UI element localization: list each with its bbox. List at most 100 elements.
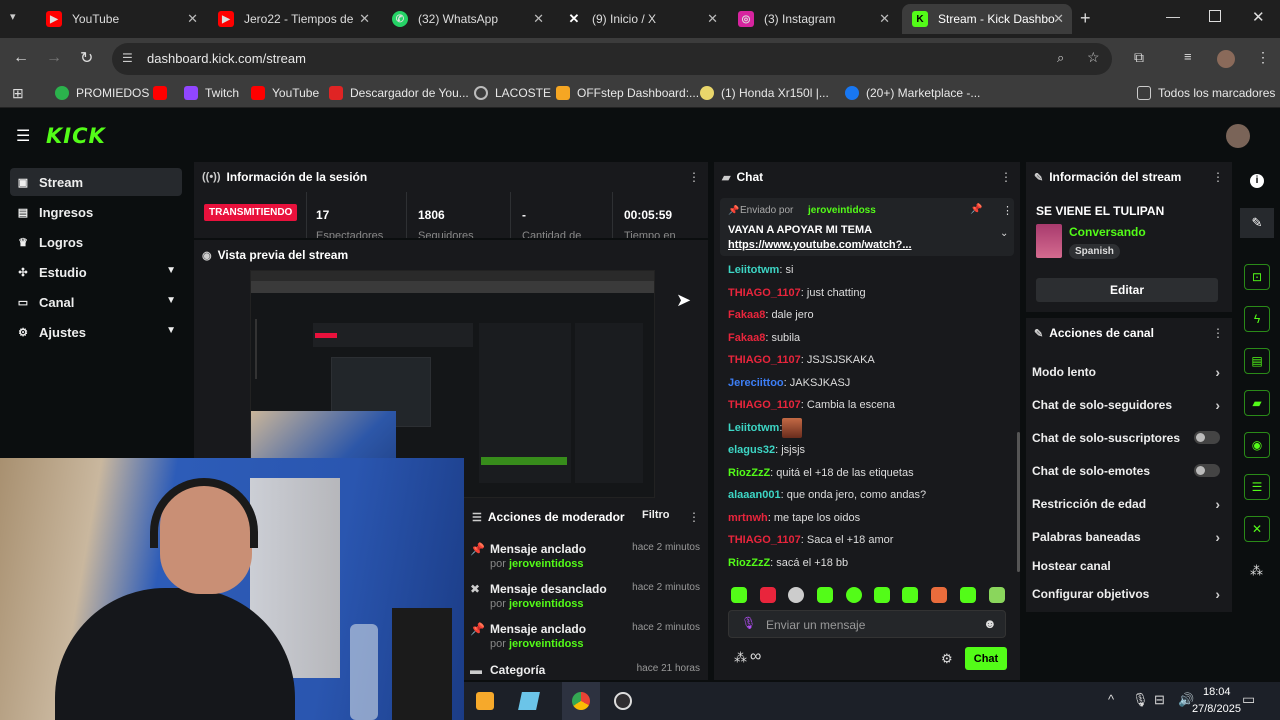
- chat-username[interactable]: RiozZzZ: [728, 467, 770, 479]
- subscribers-only-toggle[interactable]: [1194, 431, 1220, 444]
- chat-username[interactable]: elagus32: [728, 444, 775, 456]
- star-icon[interactable]: ☆: [1087, 49, 1100, 66]
- clock-time[interactable]: 18:04: [1203, 686, 1231, 698]
- emotes-only-toggle[interactable]: [1194, 464, 1220, 477]
- apps-icon[interactable]: ⊞: [12, 85, 24, 102]
- site-info-icon[interactable]: ☰: [122, 51, 133, 65]
- close-icon[interactable]: ✕: [707, 11, 718, 27]
- chat-username[interactable]: Leiitotwm: [728, 264, 779, 276]
- maximize-icon[interactable]: [1209, 10, 1221, 22]
- action-configurar-objetivos[interactable]: Configurar objetivos ›: [1032, 586, 1220, 602]
- chevron-up-icon[interactable]: ^: [1108, 692, 1114, 707]
- tab-instagram[interactable]: ◎ (3) Instagram ✕: [728, 4, 898, 34]
- kebab-icon[interactable]: ⋮: [1002, 204, 1013, 217]
- bookmark-descargador[interactable]: Descargador de You...: [329, 86, 469, 100]
- action-hostear-canal[interactable]: Hostear canal: [1032, 559, 1220, 573]
- tab-kick-dashboard[interactable]: K Stream - Kick Dashbo ✕: [902, 4, 1072, 34]
- sidebar-item-canal[interactable]: ▭ Canal ▼: [10, 288, 182, 316]
- edit-button[interactable]: Editar: [1036, 278, 1218, 302]
- mod-user[interactable]: jeroveintidoss: [509, 598, 584, 610]
- close-icon[interactable]: ✕: [359, 11, 370, 27]
- chat-username[interactable]: THIAGO_1107: [728, 399, 801, 411]
- hamburger-icon[interactable]: ☰: [16, 126, 30, 146]
- sidebar-item-stream[interactable]: ▣ Stream: [10, 168, 182, 196]
- mic-tray-icon[interactable]: 🎙: [1132, 692, 1149, 708]
- infinity-icon[interactable]: ∞: [750, 648, 761, 666]
- edit-pencil-icon[interactable]: ✎: [1240, 208, 1274, 238]
- kick-logo[interactable]: KICK: [46, 124, 106, 148]
- action-modo-lento[interactable]: Modo lento ›: [1032, 364, 1220, 380]
- emote-icon[interactable]: [989, 587, 1005, 603]
- tab-x[interactable]: ✕ (9) Inicio / X ✕: [556, 4, 726, 34]
- chrome-icon[interactable]: [562, 682, 600, 720]
- kebab-icon[interactable]: ⋮: [1000, 170, 1012, 184]
- chat-username[interactable]: Fakaa8: [728, 309, 765, 321]
- notifications-icon[interactable]: ▭: [1242, 691, 1255, 708]
- close-icon[interactable]: ✕: [533, 11, 544, 27]
- pinned-link[interactable]: https://www.youtube.com/watch?...: [728, 239, 912, 251]
- chat-scrollbar[interactable]: [1017, 432, 1020, 572]
- chat-username[interactable]: Jereciittoo: [728, 377, 784, 389]
- info-icon[interactable]: i: [1250, 174, 1264, 188]
- bookmark-promiedos[interactable]: PROMIEDOS: [55, 86, 149, 100]
- emote-icon[interactable]: [760, 587, 776, 603]
- rail-bolt-icon[interactable]: ϟ: [1244, 306, 1270, 332]
- bookmark-lacoste[interactable]: LACOSTE: [474, 86, 551, 100]
- chat-username[interactable]: Fakaa8: [728, 332, 765, 344]
- category-name[interactable]: Conversando: [1069, 225, 1146, 239]
- url-field[interactable]: ☰ dashboard.kick.com/stream ⌕ ☆: [112, 43, 1112, 75]
- app-icon[interactable]: [518, 692, 540, 710]
- close-window-icon[interactable]: ✕: [1252, 8, 1265, 26]
- pinned-message[interactable]: 📌 Enviado por jeroveintidoss VAYAN A APO…: [720, 198, 1014, 256]
- emote-icon[interactable]: [874, 587, 890, 603]
- emote-icon[interactable]: [960, 587, 976, 603]
- action-palabras-baneadas[interactable]: Palabras baneadas ›: [1032, 529, 1220, 545]
- action-solo-seguidores[interactable]: Chat de solo-seguidores ›: [1032, 397, 1220, 413]
- network-icon[interactable]: ⊟: [1154, 692, 1165, 708]
- community-icon[interactable]: ⁂: [734, 650, 747, 666]
- tab-whatsapp[interactable]: ✆ (32) WhatsApp ✕: [382, 4, 552, 34]
- pinned-user[interactable]: jeroveintidoss: [808, 205, 876, 216]
- clock-date[interactable]: 27/8/2025: [1192, 703, 1241, 715]
- emote-icon[interactable]: [902, 587, 918, 603]
- forward-icon[interactable]: →: [46, 49, 62, 67]
- mod-user[interactable]: jeroveintidoss: [509, 638, 584, 650]
- kebab-icon[interactable]: ⋮: [1212, 326, 1224, 340]
- store-icon[interactable]: [476, 692, 494, 710]
- close-icon[interactable]: ✕: [1053, 11, 1064, 27]
- sidebar-item-estudio[interactable]: ✣ Estudio ▼: [10, 258, 182, 286]
- tab-search-icon[interactable]: ▾: [10, 10, 30, 28]
- kebab-icon[interactable]: ⋮: [688, 510, 700, 524]
- chat-username[interactable]: RiozZzZ: [728, 557, 770, 569]
- rail-broadcast-icon[interactable]: ◉: [1244, 432, 1270, 458]
- bookmark-offstep[interactable]: OFFstep Dashboard:...: [556, 86, 699, 100]
- zoom-icon[interactable]: ⌕: [1057, 50, 1064, 66]
- sidebar-item-ajustes[interactable]: ⚙ Ajustes ▼: [10, 318, 182, 346]
- kebab-icon[interactable]: ⋮: [688, 170, 700, 184]
- emote-icon[interactable]: [788, 587, 804, 603]
- rail-wrench-icon[interactable]: ✕: [1244, 516, 1270, 542]
- chat-input[interactable]: 🎙 Enviar un mensaje ☻: [728, 610, 1006, 638]
- pin-toggle-icon[interactable]: 📌: [970, 204, 982, 215]
- bookmark-youtube-icon-only[interactable]: [153, 86, 174, 100]
- extensions-icon[interactable]: ⧉: [1134, 49, 1144, 66]
- gear-icon[interactable]: ⚙: [941, 651, 953, 667]
- profile-avatar[interactable]: [1217, 50, 1235, 68]
- tab-jero22[interactable]: ▶ Jero22 - Tiempos de ✕: [208, 4, 378, 34]
- mod-user[interactable]: jeroveintidoss: [509, 558, 584, 570]
- kebab-icon[interactable]: ⋮: [1212, 170, 1224, 184]
- bookmark-honda[interactable]: (1) Honda Xr150l |...: [700, 86, 829, 100]
- close-icon[interactable]: ✕: [187, 11, 198, 27]
- sidebar-item-logros[interactable]: ♛ Logros: [10, 228, 182, 256]
- chevron-down-icon[interactable]: ⌄: [1000, 228, 1008, 239]
- mic-icon[interactable]: 🎙: [741, 616, 756, 630]
- emote-icon[interactable]: [731, 587, 747, 603]
- filter-button[interactable]: Filtro: [642, 509, 670, 521]
- rail-doc-icon[interactable]: ▤: [1244, 348, 1270, 374]
- menu-icon[interactable]: ⋮: [1256, 49, 1270, 66]
- bookmark-marketplace[interactable]: (20+) Marketplace -...: [845, 86, 980, 100]
- media-icon[interactable]: ≡: [1184, 49, 1192, 64]
- rail-chat-icon[interactable]: ▰: [1244, 390, 1270, 416]
- emote-icon[interactable]: [931, 587, 947, 603]
- back-icon[interactable]: ←: [13, 49, 29, 67]
